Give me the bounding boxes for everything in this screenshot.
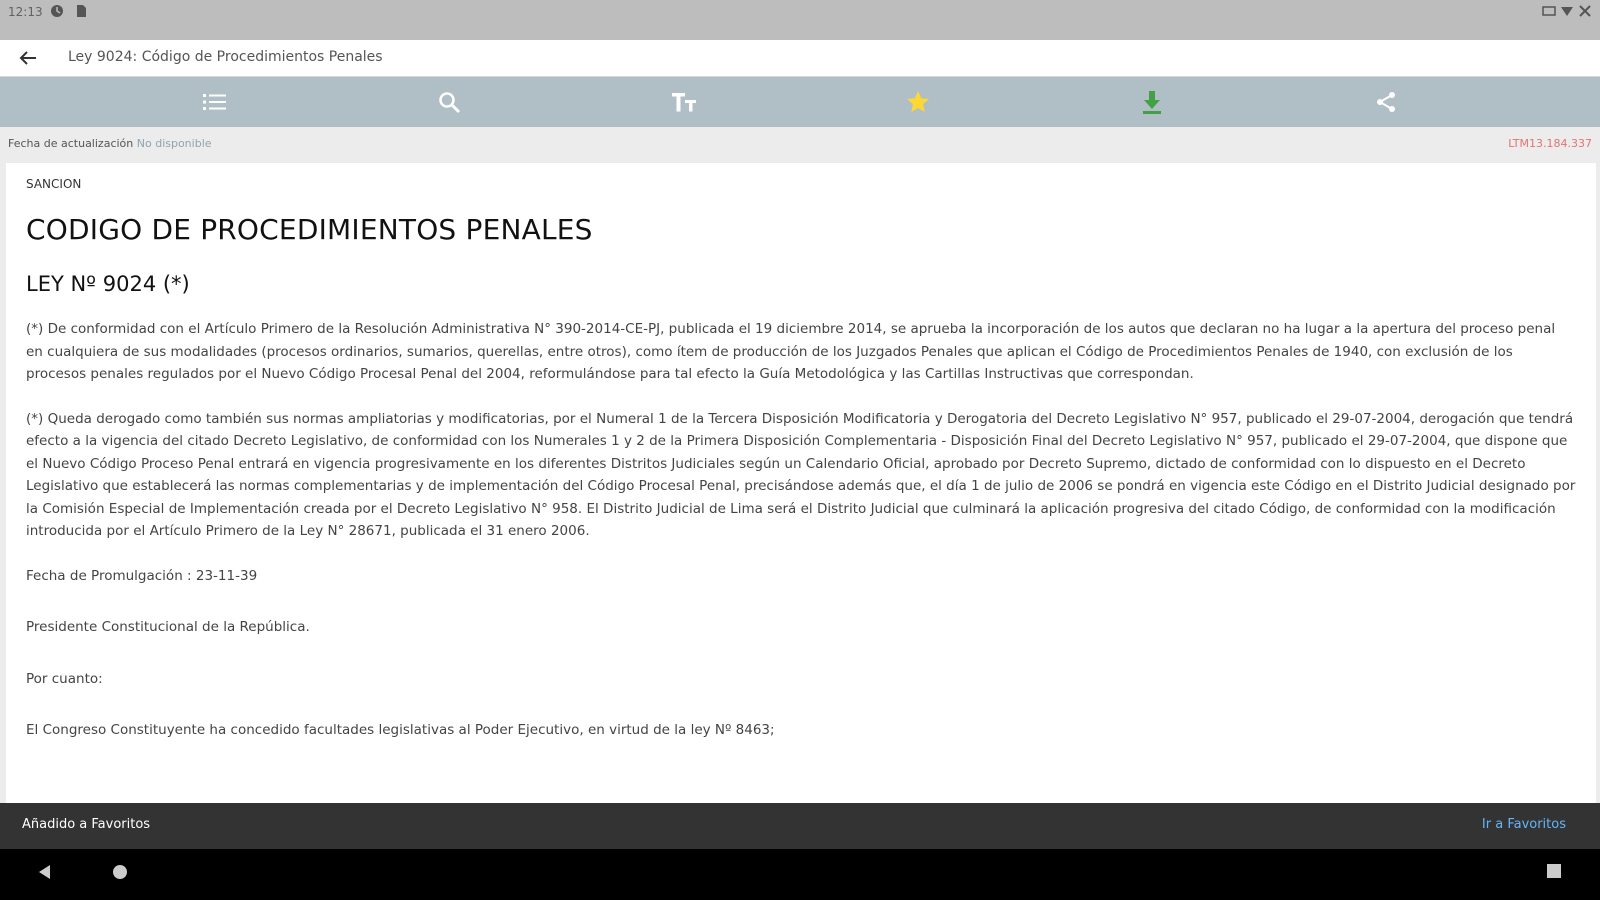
signal-off-icon [1579, 5, 1591, 17]
version-code: LTM13.184.337 [1508, 137, 1592, 150]
cast-icon [1542, 6, 1556, 16]
list-icon [203, 94, 226, 110]
status-bar: 12:13 [0, 0, 1600, 40]
index-button[interactable] [201, 88, 229, 116]
update-date-label: Fecha de actualización No disponible [8, 137, 212, 150]
star-icon [907, 91, 929, 112]
favorite-button[interactable] [904, 88, 932, 116]
sync-icon [51, 5, 63, 17]
note-paragraph: (*) De conformidad con el Artículo Prime… [26, 321, 1556, 382]
search-button[interactable] [435, 88, 463, 116]
nav-home-icon[interactable] [111, 863, 129, 881]
status-time: 12:13 [8, 5, 43, 19]
app-bar: Ley 9024: Código de Procedimientos Penal… [0, 40, 1600, 77]
system-navigation-bar [0, 849, 1600, 900]
promulgation-date: Fecha de Promulgación : 23-11-39 [26, 567, 258, 584]
share-icon [1377, 92, 1395, 112]
wifi-icon [1561, 7, 1573, 16]
document-toolbar [0, 77, 1600, 127]
body-paragraph: Por cuanto: [26, 670, 103, 687]
body-paragraph: Presidente Constitucional de la Repúblic… [26, 619, 310, 635]
text-size-icon [672, 93, 696, 112]
update-info-bar: Fecha de actualización No disponible LTM… [0, 128, 1600, 162]
update-date-title: Fecha de actualización [8, 137, 134, 150]
section-label: SANCION [26, 177, 82, 191]
snackbar: Añadido a Favoritos Ir a Favoritos [0, 803, 1600, 849]
document-title: CODIGO DE PROCEDIMIENTOS PENALES [26, 213, 593, 246]
go-to-favorites-link[interactable]: Ir a Favoritos [1482, 817, 1566, 832]
text-size-button[interactable] [670, 88, 698, 116]
document-content[interactable]: SANCION CODIGO DE PROCEDIMIENTOS PENALES… [6, 163, 1596, 803]
sd-card-icon [77, 5, 86, 17]
download-icon [1143, 91, 1161, 114]
law-number: LEY Nº 9024 (*) [26, 272, 190, 296]
note-paragraph: (*) Queda derogado como también sus norm… [26, 410, 1576, 540]
back-arrow-icon[interactable] [16, 46, 40, 70]
update-date-value: No disponible [136, 137, 212, 150]
page-title: Ley 9024: Código de Procedimientos Penal… [68, 49, 383, 65]
snackbar-message: Añadido a Favoritos [22, 817, 151, 832]
search-icon [439, 92, 461, 114]
download-button[interactable] [1138, 88, 1166, 116]
nav-recents-icon[interactable] [1546, 863, 1562, 879]
share-button[interactable] [1372, 88, 1400, 116]
body-paragraph: El Congreso Constituyente ha concedido f… [26, 722, 775, 738]
nav-back-icon[interactable] [36, 863, 52, 881]
